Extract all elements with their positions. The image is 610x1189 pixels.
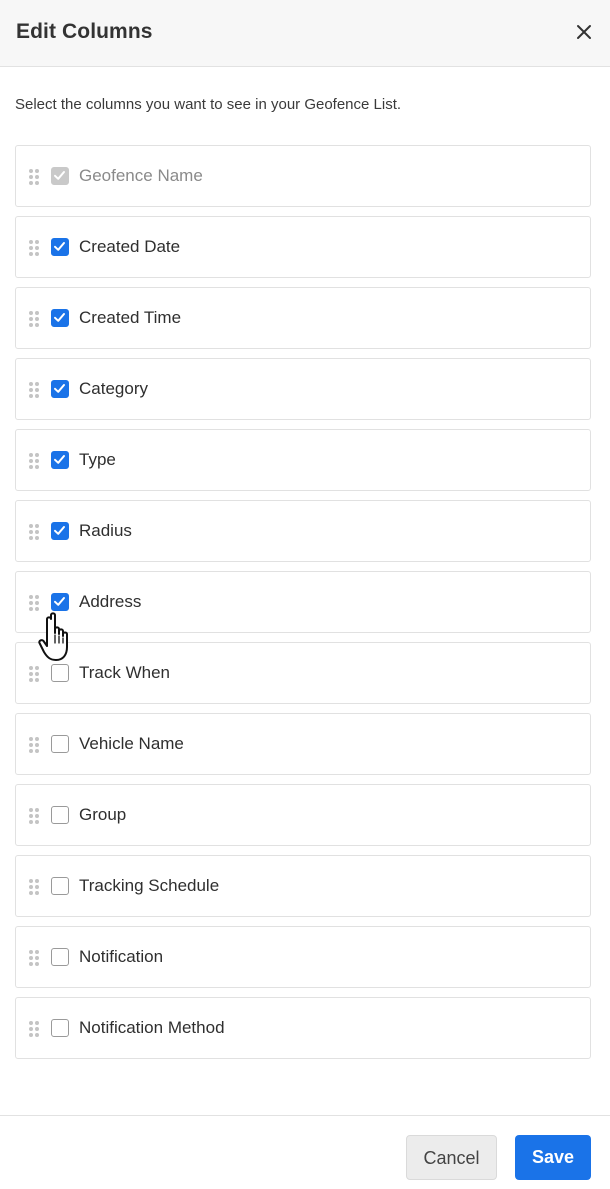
column-checkbox[interactable] (51, 380, 69, 398)
drag-handle-icon[interactable] (29, 595, 39, 611)
column-label: Radius (79, 521, 132, 540)
checkmark-icon (54, 242, 65, 251)
column-row[interactable]: Track When (15, 642, 591, 704)
drag-handle-icon[interactable] (29, 737, 39, 753)
column-checkbox[interactable] (51, 522, 69, 540)
column-row[interactable]: Group (15, 784, 591, 846)
column-row[interactable]: Address (15, 571, 591, 633)
column-label: Category (79, 379, 148, 398)
column-row[interactable]: Radius (15, 500, 591, 562)
column-label: Address (79, 592, 142, 611)
column-label: Created Time (79, 308, 182, 327)
drag-handle-icon[interactable] (29, 240, 39, 256)
cancel-button[interactable]: Cancel (406, 1135, 497, 1180)
column-list: Geofence Name Created Date Created Time Cat… (15, 145, 591, 1068)
checkmark-icon (54, 384, 65, 393)
column-checkbox[interactable] (51, 806, 69, 824)
column-row[interactable]: Geofence Name (15, 145, 591, 207)
drag-handle-icon[interactable] (29, 950, 39, 966)
column-checkbox[interactable] (51, 1019, 69, 1037)
checkmark-icon (54, 526, 65, 535)
footer-divider (0, 1115, 610, 1116)
column-label: Geofence Name (79, 166, 203, 185)
column-checkbox[interactable] (51, 238, 69, 256)
column-checkbox (51, 167, 69, 185)
column-row[interactable]: Created Time (15, 287, 591, 349)
dialog-header: Edit Columns (0, 0, 610, 67)
column-label: Vehicle Name (79, 734, 184, 753)
column-row[interactable]: Notification (15, 926, 591, 988)
column-row[interactable]: Category (15, 358, 591, 420)
drag-handle-icon[interactable] (29, 382, 39, 398)
column-row[interactable]: Vehicle Name (15, 713, 591, 775)
column-label: Track When (79, 663, 171, 682)
dialog-title: Edit Columns (16, 20, 153, 43)
column-checkbox[interactable] (51, 948, 69, 966)
checkmark-icon (54, 171, 65, 180)
close-icon[interactable] (572, 20, 596, 44)
column-label: Group (79, 805, 127, 824)
checkmark-icon (54, 313, 65, 322)
drag-handle-icon[interactable] (29, 524, 39, 540)
drag-handle-icon[interactable] (29, 808, 39, 824)
column-label: Notification Method (79, 1018, 225, 1037)
column-label: Created Date (79, 237, 181, 256)
column-label: Tracking Schedule (79, 876, 220, 895)
column-row[interactable]: Created Date (15, 216, 591, 278)
drag-handle-icon[interactable] (29, 311, 39, 327)
column-row[interactable]: Tracking Schedule (15, 855, 591, 917)
column-checkbox[interactable] (51, 593, 69, 611)
column-label: Type (79, 450, 116, 469)
drag-handle-icon[interactable] (29, 169, 39, 185)
checkmark-icon (54, 597, 65, 606)
drag-handle-icon[interactable] (29, 879, 39, 895)
column-row[interactable]: Notification Method (15, 997, 591, 1059)
column-checkbox[interactable] (51, 877, 69, 895)
column-row[interactable]: Type (15, 429, 591, 491)
checkmark-icon (54, 455, 65, 464)
dialog-instructions: Select the columns you want to see in yo… (15, 96, 402, 113)
drag-handle-icon[interactable] (29, 1021, 39, 1037)
column-label: Notification (79, 947, 164, 966)
hand-pointer-cursor-icon (38, 611, 84, 672)
column-checkbox[interactable] (51, 451, 69, 469)
drag-handle-icon[interactable] (29, 453, 39, 469)
column-checkbox[interactable] (51, 309, 69, 327)
column-checkbox[interactable] (51, 735, 69, 753)
save-button[interactable]: Save (515, 1135, 591, 1180)
